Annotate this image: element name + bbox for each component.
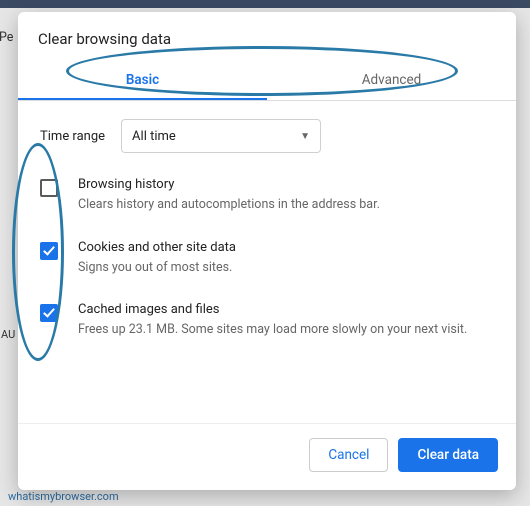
checkbox-browsing-history[interactable]: [40, 179, 58, 197]
option-browsing-history-desc: Clears history and autocompletions in th…: [78, 196, 380, 214]
checkbox-cookies[interactable]: [40, 242, 58, 260]
option-cookies-title: Cookies and other site data: [78, 240, 236, 255]
option-cache-title: Cached images and files: [78, 302, 467, 317]
dialog-content: Time range All time ▼ Browsing history C…: [18, 101, 516, 423]
cancel-button[interactable]: Cancel: [309, 438, 388, 472]
clear-data-button[interactable]: Clear data: [398, 438, 498, 472]
time-range-row: Time range All time ▼: [40, 119, 494, 153]
dialog-title: Clear browsing data: [18, 12, 516, 54]
option-cache-desc: Frees up 23.1 MB. Some sites may load mo…: [78, 321, 467, 339]
chevron-down-icon: ▼: [300, 131, 310, 142]
option-cache: Cached images and files Frees up 23.1 MB…: [40, 302, 494, 339]
tab-advanced[interactable]: Advanced: [267, 60, 516, 100]
option-browsing-history: Browsing history Clears history and auto…: [40, 177, 494, 214]
option-cookies-desc: Signs you out of most sites.: [78, 259, 236, 277]
option-cookies: Cookies and other site data Signs you ou…: [40, 240, 494, 277]
checkbox-cache[interactable]: [40, 304, 58, 322]
tab-basic[interactable]: Basic: [18, 60, 267, 100]
time-range-value: All time: [132, 129, 176, 144]
background-pe: Pe: [0, 30, 13, 45]
tabs-bar: Basic Advanced: [18, 60, 516, 101]
time-range-select[interactable]: All time ▼: [121, 119, 321, 153]
background-au: AU: [1, 328, 15, 341]
clear-browsing-data-dialog: Clear browsing data Basic Advanced Time …: [18, 12, 516, 490]
option-browsing-history-title: Browsing history: [78, 177, 380, 192]
time-range-label: Time range: [40, 129, 105, 144]
dialog-footer: Cancel Clear data: [18, 423, 516, 490]
